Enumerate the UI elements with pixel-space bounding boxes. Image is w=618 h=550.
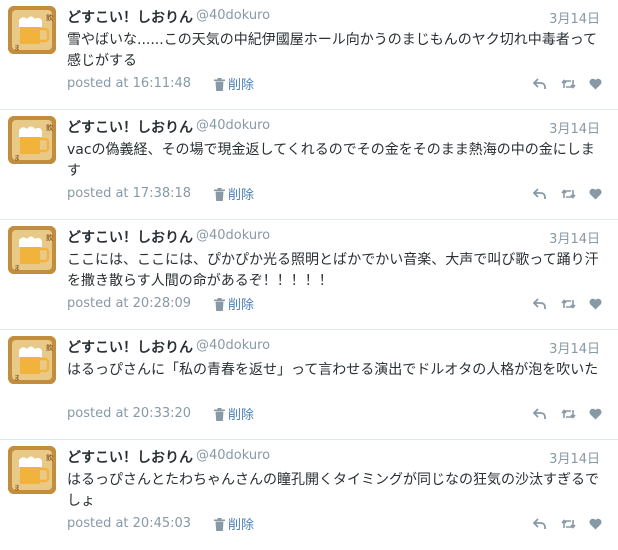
delete-button[interactable]: 削除 bbox=[214, 404, 254, 423]
posted-timestamp: posted at 20:33:20 bbox=[67, 406, 192, 421]
heart-icon[interactable] bbox=[589, 515, 602, 534]
delete-label: 削除 bbox=[228, 78, 255, 93]
trash-icon bbox=[214, 408, 225, 421]
beer-avatar-icon: 飲 ま bbox=[8, 116, 56, 164]
svg-text:飲: 飲 bbox=[46, 453, 53, 462]
display-name[interactable]: どすこい！しおりん bbox=[67, 337, 193, 357]
tweet-date[interactable]: 3月14日 bbox=[549, 448, 600, 467]
tweet-date[interactable]: 3月14日 bbox=[549, 338, 600, 357]
tweet-text: 雪やばいな......この天気の中紀伊國屋ホール向かうのまじもんのヤク切れ中毒者… bbox=[67, 32, 597, 69]
retweet-icon[interactable] bbox=[561, 185, 576, 204]
tweet-text: はるっぴさんとたわちゃんさんの瞳孔開くタイミングが同じなの狂気の沙汰すぎるでしょ bbox=[67, 472, 599, 509]
tweet-item: 飲 ま どすこい！しおりん @40dokuro 3月14日 雪やばいな.....… bbox=[0, 0, 618, 110]
trash-icon bbox=[214, 518, 225, 531]
tweet-text: vacの偽義経、その場で現金返してくれるのでその金をそのまま熱海の中の金にします bbox=[67, 142, 595, 179]
beer-avatar-icon: 飲 ま bbox=[8, 226, 56, 274]
display-name[interactable]: どすこい！しおりん bbox=[67, 7, 193, 27]
tweet-item: 飲 ま どすこい！しおりん @40dokuro 3月14日 はるっぴさんに「私の… bbox=[0, 330, 618, 440]
beer-avatar-icon: 飲 ま bbox=[8, 336, 56, 384]
user-avatar[interactable]: 飲 ま bbox=[8, 6, 56, 54]
svg-text:ま: ま bbox=[14, 155, 20, 162]
svg-text:飲: 飲 bbox=[46, 233, 53, 242]
svg-text:飲: 飲 bbox=[46, 123, 53, 132]
posted-timestamp: posted at 20:45:03 bbox=[67, 516, 192, 531]
user-avatar[interactable]: 飲 ま bbox=[8, 226, 56, 274]
tweet-text: はるっぴさんに「私の青春を返せ」って言わせる演出でドルオタの人格が泡を吹いた bbox=[67, 362, 599, 378]
delete-label: 削除 bbox=[228, 518, 255, 533]
reply-icon[interactable] bbox=[532, 405, 546, 424]
tweet-date[interactable]: 3月14日 bbox=[549, 8, 600, 27]
retweet-icon[interactable] bbox=[561, 515, 576, 534]
retweet-icon[interactable] bbox=[561, 295, 576, 314]
svg-text:ま: ま bbox=[14, 485, 20, 492]
svg-text:ま: ま bbox=[14, 45, 20, 52]
display-name[interactable]: どすこい！しおりん bbox=[67, 117, 193, 137]
tweet-item: 飲 ま どすこい！しおりん @40dokuro 3月14日 はるっぴさんとたわち… bbox=[0, 440, 618, 550]
heart-icon[interactable] bbox=[589, 405, 602, 424]
heart-icon[interactable] bbox=[589, 75, 602, 94]
delete-button[interactable]: 削除 bbox=[214, 294, 254, 313]
user-handle[interactable]: @40dokuro bbox=[196, 8, 270, 23]
user-avatar[interactable]: 飲 ま bbox=[8, 446, 56, 494]
user-handle[interactable]: @40dokuro bbox=[196, 338, 270, 353]
svg-text:飲: 飲 bbox=[46, 343, 53, 352]
heart-icon[interactable] bbox=[589, 295, 602, 314]
tweet-timeline: 飲 ま どすこい！しおりん @40dokuro 3月14日 雪やばいな.....… bbox=[0, 0, 618, 541]
reply-icon[interactable] bbox=[532, 515, 546, 534]
trash-icon bbox=[214, 298, 225, 311]
tweet-date[interactable]: 3月14日 bbox=[549, 228, 600, 247]
svg-text:飲: 飲 bbox=[46, 13, 53, 22]
user-handle[interactable]: @40dokuro bbox=[196, 448, 270, 463]
posted-timestamp: posted at 20:28:09 bbox=[67, 296, 192, 311]
delete-label: 削除 bbox=[228, 188, 255, 203]
reply-icon[interactable] bbox=[532, 75, 546, 94]
retweet-icon[interactable] bbox=[561, 405, 576, 424]
tweet-item: 飲 ま どすこい！しおりん @40dokuro 3月14日 ここには、ここには、… bbox=[0, 220, 618, 330]
user-handle[interactable]: @40dokuro bbox=[196, 228, 270, 243]
posted-timestamp: posted at 16:11:48 bbox=[67, 76, 192, 91]
delete-label: 削除 bbox=[228, 408, 255, 423]
svg-text:ま: ま bbox=[14, 265, 20, 272]
user-handle[interactable]: @40dokuro bbox=[196, 118, 270, 133]
trash-icon bbox=[214, 78, 225, 91]
user-avatar[interactable]: 飲 ま bbox=[8, 336, 56, 384]
tweet-date[interactable]: 3月14日 bbox=[549, 118, 600, 137]
beer-avatar-icon: 飲 ま bbox=[8, 6, 56, 54]
retweet-icon[interactable] bbox=[561, 75, 576, 94]
delete-label: 削除 bbox=[228, 298, 255, 313]
svg-text:ま: ま bbox=[14, 375, 20, 382]
display-name[interactable]: どすこい！しおりん bbox=[67, 227, 193, 247]
reply-icon[interactable] bbox=[532, 185, 546, 204]
reply-icon[interactable] bbox=[532, 295, 546, 314]
trash-icon bbox=[214, 188, 225, 201]
delete-button[interactable]: 削除 bbox=[214, 514, 254, 533]
display-name[interactable]: どすこい！しおりん bbox=[67, 447, 193, 467]
heart-icon[interactable] bbox=[589, 185, 602, 204]
delete-button[interactable]: 削除 bbox=[214, 184, 254, 203]
tweet-text: ここには、ここには、ぴかぴか光る照明とばかでかい音楽、大声で叫び歌って踊り汗を撒… bbox=[67, 252, 599, 289]
tweet-item: 飲 ま どすこい！しおりん @40dokuro 3月14日 vacの偽義経、その… bbox=[0, 110, 618, 220]
delete-button[interactable]: 削除 bbox=[214, 74, 254, 93]
user-avatar[interactable]: 飲 ま bbox=[8, 116, 56, 164]
beer-avatar-icon: 飲 ま bbox=[8, 446, 56, 494]
posted-timestamp: posted at 17:38:18 bbox=[67, 186, 192, 201]
